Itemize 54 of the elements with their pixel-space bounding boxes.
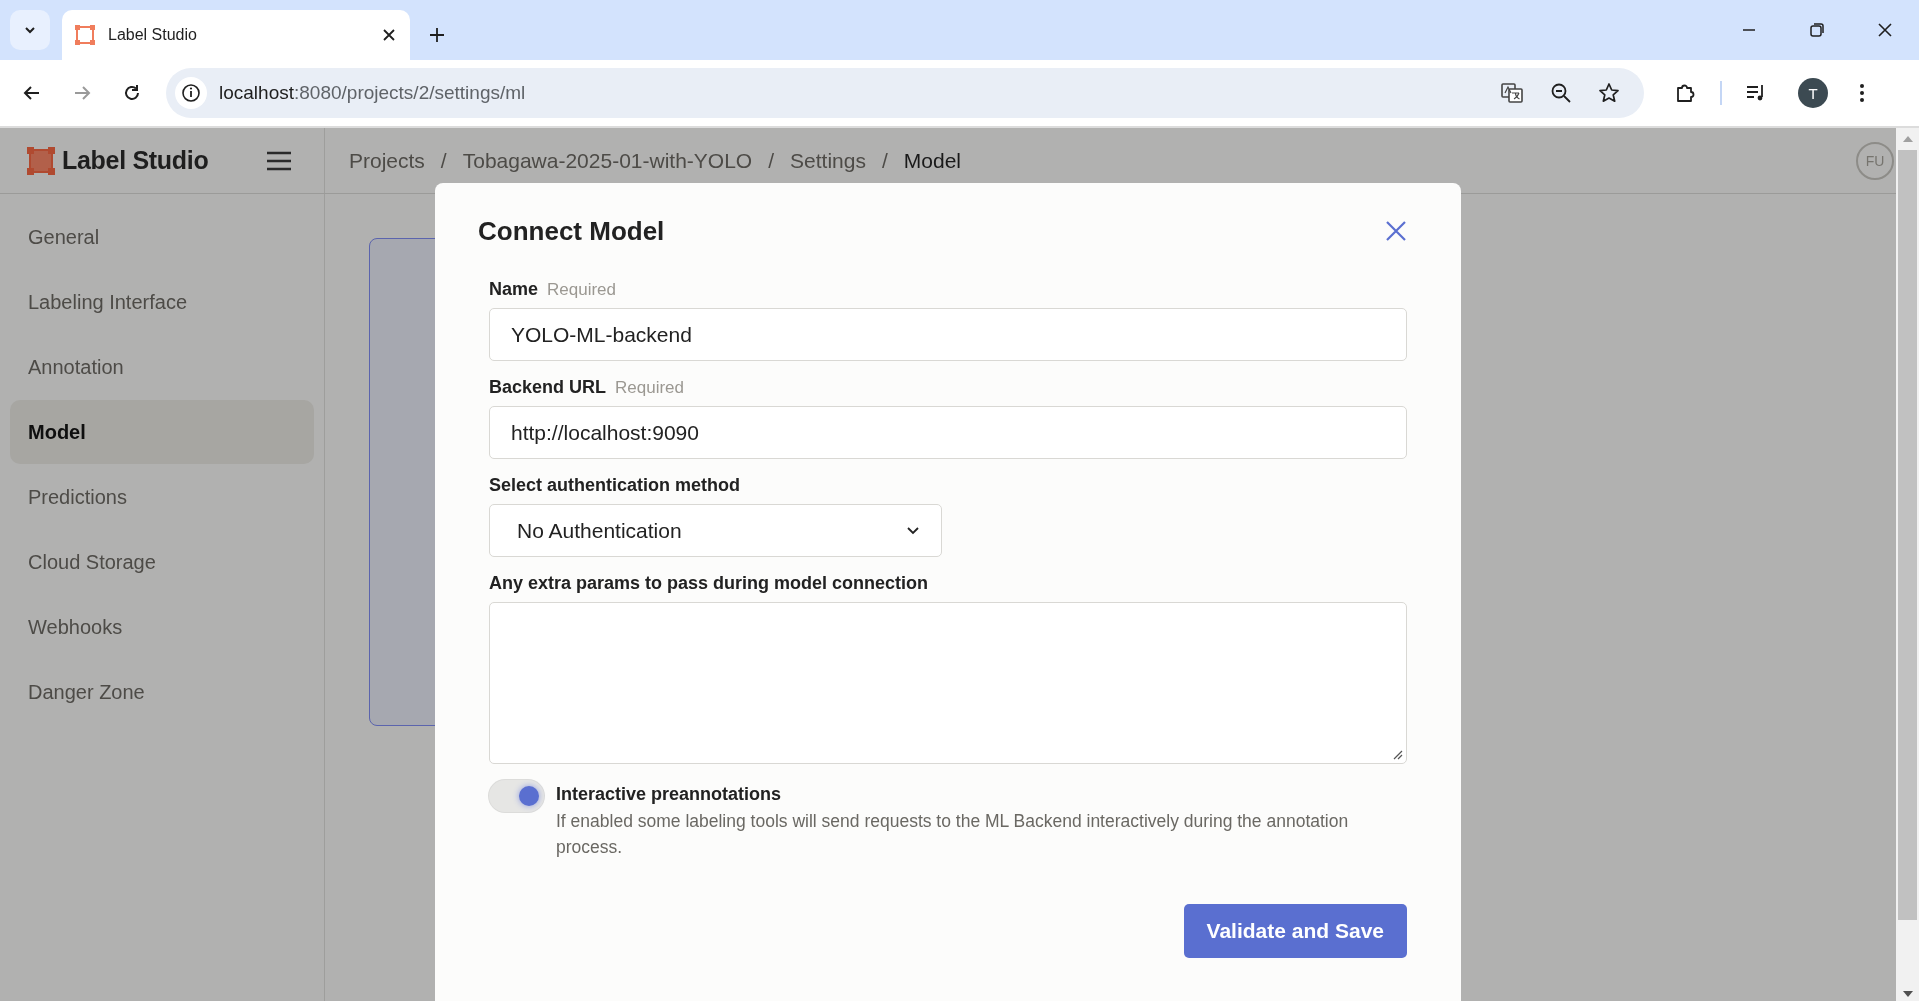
chevron-down-icon bbox=[907, 526, 919, 535]
plus-icon[interactable] bbox=[428, 26, 446, 44]
toggle-description: If enabled some labeling tools will send requests to the ML Backend interactively during the annotation process. bbox=[556, 810, 1350, 859]
profile-avatar[interactable]: T bbox=[1798, 78, 1828, 108]
restore-icon[interactable] bbox=[1809, 22, 1825, 38]
validate-save-button[interactable]: Validate and Save bbox=[1183, 904, 1407, 958]
select-dropdown[interactable]: No Authentication bbox=[489, 504, 942, 557]
breadcrumb-link[interactable]: Projects bbox=[349, 148, 425, 173]
reload-icon[interactable] bbox=[122, 83, 142, 103]
logo-icon bbox=[26, 145, 56, 176]
sidebar-item[interactable]: Annotation bbox=[10, 335, 314, 399]
more-vertical-icon[interactable] bbox=[1858, 82, 1866, 104]
user-avatar[interactable]: FU bbox=[1856, 141, 1894, 180]
logo-text[interactable]: Label Studio bbox=[62, 146, 209, 175]
scrollbar[interactable] bbox=[1896, 128, 1919, 1001]
zoom-out-icon[interactable] bbox=[1550, 82, 1572, 104]
translate-icon[interactable] bbox=[1500, 81, 1524, 105]
star-icon[interactable] bbox=[1598, 82, 1620, 104]
breadcrumb-separator: / bbox=[881, 148, 888, 173]
menu-icon[interactable] bbox=[266, 150, 293, 171]
required-hint: Required bbox=[615, 378, 685, 398]
textarea-field[interactable] bbox=[489, 602, 1407, 764]
url-text: localhost:8080/projects/2/settings/ml bbox=[219, 82, 526, 104]
breadcrumb-link[interactable]: Model bbox=[903, 148, 961, 173]
info-icon[interactable] bbox=[175, 77, 207, 109]
sidebar-item[interactable]: Labeling Interface bbox=[10, 270, 314, 334]
required-hint: Required bbox=[547, 280, 617, 300]
field-label: Name bbox=[489, 279, 539, 300]
close-icon[interactable] bbox=[1877, 22, 1893, 38]
sidebar-item[interactable]: Danger Zone bbox=[10, 660, 314, 724]
breadcrumb-link[interactable]: Tobagawa-2025-01-with-YOLO bbox=[462, 148, 753, 173]
browser-tab[interactable]: Label Studio bbox=[62, 10, 410, 60]
tab-title: Label Studio bbox=[108, 26, 198, 44]
field-label: Any extra params to pass during model connection bbox=[489, 573, 929, 594]
breadcrumb-separator: / bbox=[440, 148, 447, 173]
text-field[interactable]: YOLO-ML-backend bbox=[489, 308, 1407, 361]
breadcrumb-separator: / bbox=[768, 148, 775, 173]
sidebar-item[interactable]: General bbox=[10, 205, 314, 269]
logo-icon bbox=[74, 24, 96, 46]
scroll-down-icon[interactable] bbox=[1902, 991, 1913, 997]
modal-title: Connect Model bbox=[478, 215, 665, 247]
breadcrumb-link[interactable]: Settings bbox=[790, 148, 866, 173]
toggle-label: Interactive preannotations bbox=[556, 783, 783, 806]
sidebar-item[interactable]: Predictions bbox=[10, 465, 314, 529]
address-bar[interactable]: localhost:8080/projects/2/settings/ml bbox=[166, 68, 1644, 118]
sidebar-item[interactable]: Model bbox=[10, 400, 314, 464]
resize-grip-icon[interactable] bbox=[1393, 750, 1403, 760]
toggle-switch[interactable] bbox=[489, 780, 544, 812]
sidebar-item[interactable]: Webhooks bbox=[10, 595, 314, 659]
field-label: Backend URL bbox=[489, 377, 607, 398]
close-icon[interactable] bbox=[382, 28, 396, 42]
text-field[interactable]: http://localhost:9090 bbox=[489, 406, 1407, 459]
field-label: Select authentication method bbox=[489, 475, 741, 496]
sidebar-item[interactable]: Cloud Storage bbox=[10, 530, 314, 594]
